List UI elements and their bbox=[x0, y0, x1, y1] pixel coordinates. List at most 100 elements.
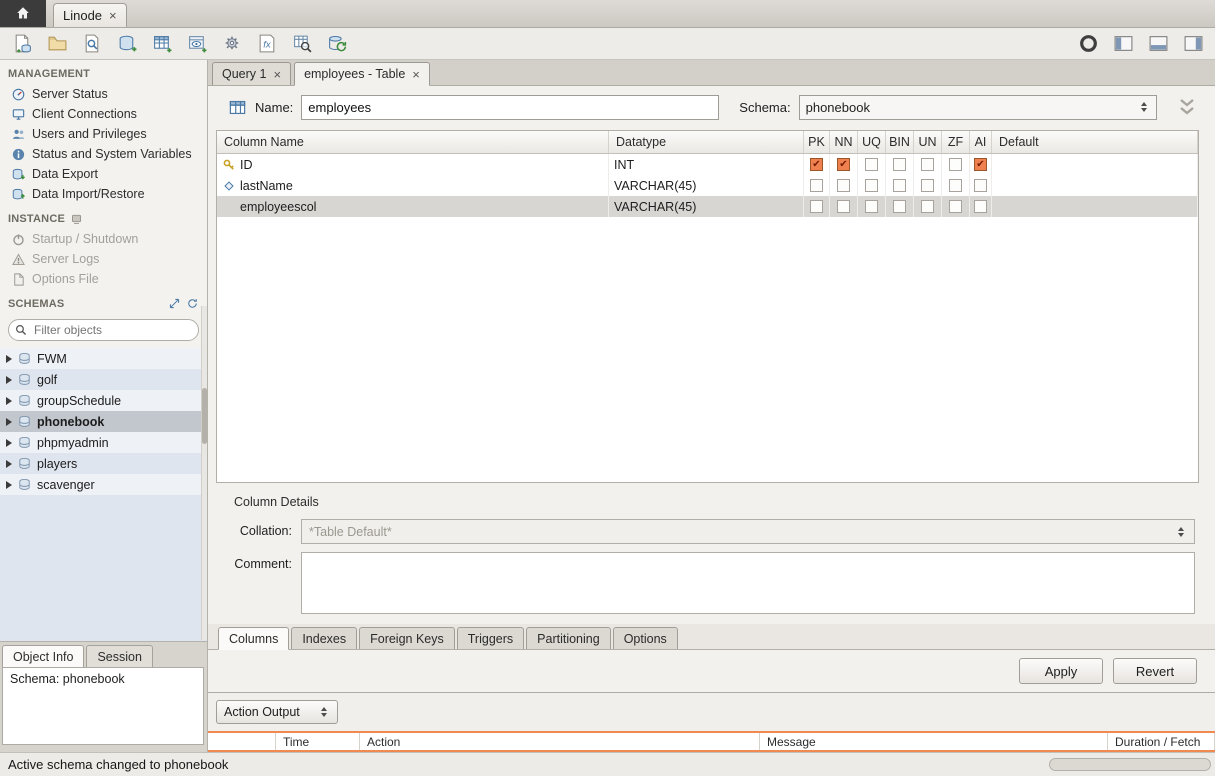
sidebar-item-server-status[interactable]: Server Status bbox=[0, 84, 207, 104]
tab-indexes[interactable]: Indexes bbox=[291, 627, 357, 649]
schema-item-phonebook[interactable]: phonebook bbox=[0, 411, 207, 432]
checkbox-zf[interactable] bbox=[949, 200, 962, 213]
checkbox-un[interactable] bbox=[921, 179, 934, 192]
connection-status-button[interactable] bbox=[1072, 30, 1104, 57]
checkbox-zf[interactable] bbox=[949, 179, 962, 192]
new-query-tab-button[interactable] bbox=[6, 30, 38, 57]
checkbox-pk[interactable] bbox=[810, 179, 823, 192]
options-file-icon bbox=[11, 272, 26, 287]
expand-arrow-icon[interactable] bbox=[6, 418, 12, 426]
checkbox-pk[interactable]: ✔ bbox=[810, 158, 823, 171]
checkbox-zf[interactable] bbox=[949, 158, 962, 171]
collation-label: Collation: bbox=[216, 519, 292, 538]
sidebar-item-data-export[interactable]: Data Export bbox=[0, 164, 207, 184]
expand-arrow-icon[interactable] bbox=[6, 355, 12, 363]
tab-columns[interactable]: Columns bbox=[218, 627, 289, 650]
table-name-input[interactable] bbox=[301, 95, 719, 120]
close-icon[interactable]: × bbox=[273, 68, 281, 81]
horizontal-scrollbar[interactable] bbox=[1049, 758, 1211, 771]
refresh-schemas-icon[interactable] bbox=[186, 297, 199, 310]
checkbox-bin[interactable] bbox=[893, 179, 906, 192]
tab-options[interactable]: Options bbox=[613, 627, 678, 649]
checkbox-nn[interactable] bbox=[837, 179, 850, 192]
checkbox-nn[interactable] bbox=[837, 200, 850, 213]
close-icon[interactable]: × bbox=[412, 68, 420, 81]
home-tab-button[interactable] bbox=[0, 0, 46, 27]
sidebar-item-startup-shutdown[interactable]: Startup / Shutdown bbox=[0, 229, 207, 249]
schema-item-scavenger[interactable]: scavenger bbox=[0, 474, 207, 495]
editor-tabs: ColumnsIndexesForeign KeysTriggersPartit… bbox=[208, 624, 1215, 650]
create-procedure-button[interactable] bbox=[216, 30, 248, 57]
checkbox-ai[interactable] bbox=[974, 200, 987, 213]
scrollbar-thumb[interactable] bbox=[202, 388, 207, 444]
toggle-output-area-icon bbox=[1148, 33, 1169, 54]
sidebar-item-client-connections[interactable]: Client Connections bbox=[0, 104, 207, 124]
schema-item-players[interactable]: players bbox=[0, 453, 207, 474]
create-schema-button[interactable] bbox=[111, 30, 143, 57]
checkbox-bin[interactable] bbox=[893, 158, 906, 171]
output-selector-dropdown[interactable]: Action Output bbox=[216, 700, 338, 724]
schema-item-golf[interactable]: golf bbox=[0, 369, 207, 390]
create-function-button[interactable]: fx bbox=[251, 30, 283, 57]
checkbox-nn[interactable]: ✔ bbox=[837, 158, 850, 171]
schema-combobox[interactable]: phonebook bbox=[799, 95, 1157, 120]
column-row-employeescol[interactable]: employeescolVARCHAR(45) bbox=[217, 196, 1198, 217]
tab-object-info[interactable]: Object Info bbox=[2, 645, 84, 667]
checkbox-uq[interactable] bbox=[865, 200, 878, 213]
checkbox-uq[interactable] bbox=[865, 158, 878, 171]
sidebar-item-server-logs[interactable]: Server Logs bbox=[0, 249, 207, 269]
open-sql-script-button[interactable] bbox=[41, 30, 73, 57]
search-table-data-button[interactable] bbox=[286, 30, 318, 57]
create-table-icon bbox=[152, 33, 173, 54]
close-icon[interactable]: × bbox=[109, 9, 117, 22]
expand-arrow-icon[interactable] bbox=[6, 460, 12, 468]
expand-arrow-icon[interactable] bbox=[6, 397, 12, 405]
sidebar-scrollbar[interactable] bbox=[201, 306, 207, 640]
create-view-button[interactable] bbox=[181, 30, 213, 57]
sidebar-item-users-and-privileges[interactable]: Users and Privileges bbox=[0, 124, 207, 144]
apply-button[interactable]: Apply bbox=[1019, 658, 1103, 684]
expand-panels-icon[interactable] bbox=[168, 297, 181, 310]
sidebar-item-options-file[interactable]: Options File bbox=[0, 269, 207, 289]
sidebar-item-label: Data Import/Restore bbox=[32, 187, 145, 201]
expand-arrow-icon[interactable] bbox=[6, 481, 12, 489]
tab-query-1[interactable]: Query 1× bbox=[212, 62, 291, 85]
schema-icon bbox=[17, 393, 32, 408]
collation-dropdown[interactable]: *Table Default* bbox=[301, 519, 1195, 544]
toggle-right-sidebar-button[interactable] bbox=[1177, 30, 1209, 57]
column-row-lastname[interactable]: lastNameVARCHAR(45) bbox=[217, 175, 1198, 196]
checkbox-uq[interactable] bbox=[865, 179, 878, 192]
toggle-output-area-button[interactable] bbox=[1142, 30, 1174, 57]
column-header-ai: AI bbox=[970, 131, 992, 153]
expand-arrow-icon[interactable] bbox=[6, 376, 12, 384]
sidebar-item-status-and-system-variables[interactable]: Status and System Variables bbox=[0, 144, 207, 164]
checkbox-bin[interactable] bbox=[893, 200, 906, 213]
tab-partitioning[interactable]: Partitioning bbox=[526, 627, 611, 649]
schema-icon bbox=[17, 477, 32, 492]
checkbox-un[interactable] bbox=[921, 200, 934, 213]
revert-button[interactable]: Revert bbox=[1113, 658, 1197, 684]
tab-session[interactable]: Session bbox=[86, 645, 152, 667]
create-table-button[interactable] bbox=[146, 30, 178, 57]
toggle-left-sidebar-button[interactable] bbox=[1107, 30, 1139, 57]
checkbox-ai[interactable]: ✔ bbox=[974, 158, 987, 171]
checkbox-pk[interactable] bbox=[810, 200, 823, 213]
schema-item-fwm[interactable]: FWM bbox=[0, 348, 207, 369]
comment-label: Comment: bbox=[216, 552, 292, 571]
sidebar-item-data-import-restore[interactable]: Data Import/Restore bbox=[0, 184, 207, 204]
tab-foreign-keys[interactable]: Foreign Keys bbox=[359, 627, 455, 649]
comment-textarea[interactable] bbox=[301, 552, 1195, 614]
open-inspector-button[interactable] bbox=[76, 30, 108, 57]
checkbox-ai[interactable] bbox=[974, 179, 987, 192]
checkbox-un[interactable] bbox=[921, 158, 934, 171]
schema-item-phpmyadmin[interactable]: phpmyadmin bbox=[0, 432, 207, 453]
tab-triggers[interactable]: Triggers bbox=[457, 627, 524, 649]
connection-tab-linode[interactable]: Linode × bbox=[53, 3, 127, 27]
schema-item-groupschedule[interactable]: groupSchedule bbox=[0, 390, 207, 411]
reconnect-dbms-button[interactable] bbox=[321, 30, 353, 57]
column-row-id[interactable]: IDINT✔✔✔ bbox=[217, 154, 1198, 175]
collapse-editor-button[interactable] bbox=[1175, 97, 1199, 117]
schema-filter-input[interactable] bbox=[8, 319, 199, 341]
expand-arrow-icon[interactable] bbox=[6, 439, 12, 447]
tab-employees-table[interactable]: employees - Table× bbox=[294, 62, 430, 86]
